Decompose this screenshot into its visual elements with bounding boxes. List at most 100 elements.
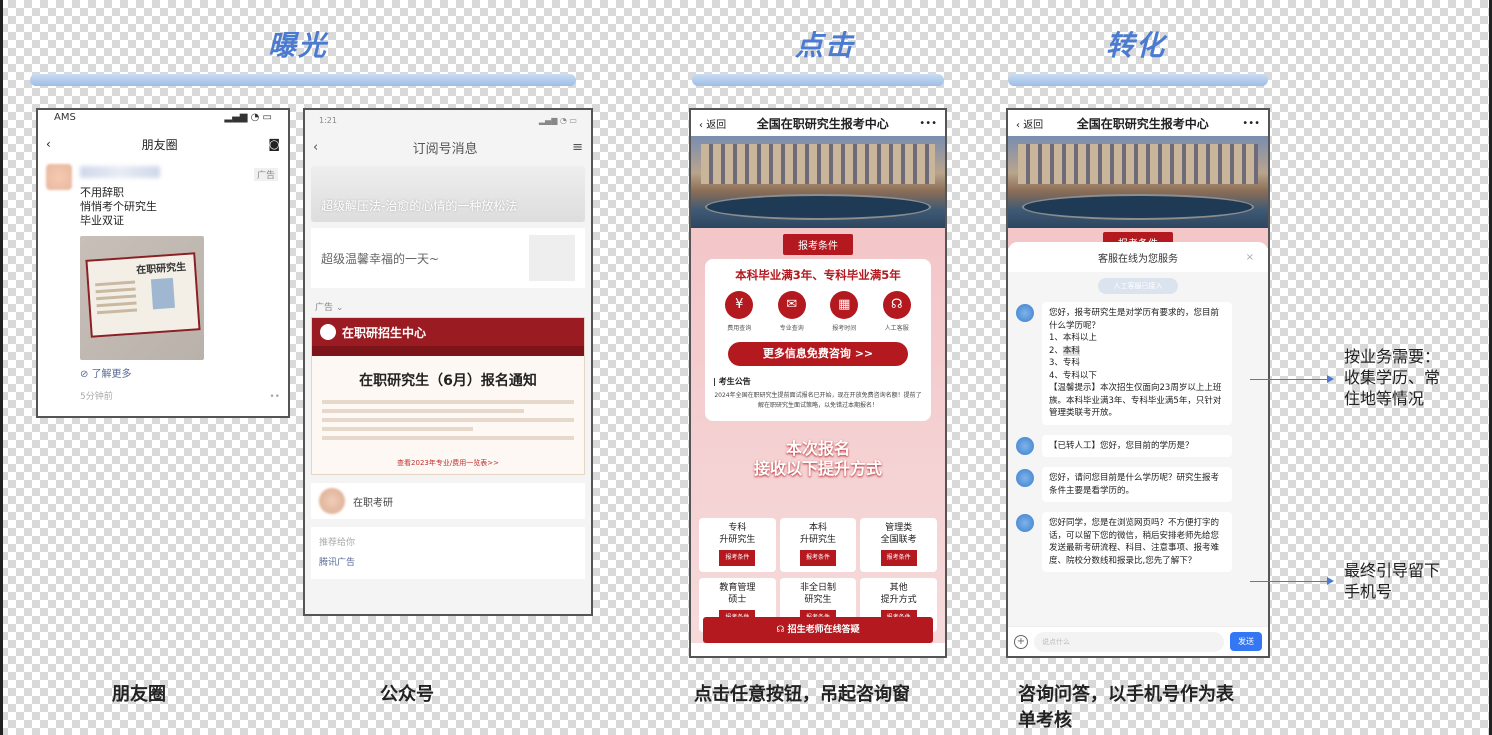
program-requirements-button[interactable]: 报考条件 [719,550,756,566]
article-title: 超级温馨幸福的一天~ [321,251,440,266]
caption-moments: 朋友圈 [112,684,166,705]
exam-time-button[interactable]: ▦ 报考时间 [830,291,859,332]
tencent-ads-link[interactable]: 腾讯广告 [319,553,577,573]
major-icon: ✉ [777,291,806,319]
add-icon[interactable]: + [1014,634,1028,649]
nav-bar: ‹ 朋友圈 ◙ [38,128,288,160]
caption-official: 公众号 [380,684,434,705]
stage-bar-exposure [30,74,576,86]
arrow-collect [1250,375,1334,383]
back-chevron-icon[interactable]: ‹ [46,137,51,151]
page-title: 全国在职研究生报考中心 [756,116,889,131]
campus-hero-image [1008,136,1268,228]
chat-message: 您好，请问您目前是什么学历呢？研究生报考条件主要是看学历的。 [1016,467,1260,502]
free-consult-button[interactable]: 更多信息免费咨询 >> [728,342,908,366]
post-footer: 5分钟前 •• [80,390,280,404]
ad-menu-strip [312,346,584,356]
agent-avatar [1016,304,1034,322]
send-button[interactable]: 发送 [1230,632,1262,651]
agent-avatar [1016,514,1034,532]
program-grid: 专科 升研究生 报考条件 本科 升研究生 报考条件 管理类 全国联考 报考条件 教育管理 硕士… [699,518,937,632]
page-header: ‹ 返回 全国在职研究生报考中心 ••• [1008,110,1268,136]
note-collect-info: 按业务需要： 收集学历、常 住地等情况 [1344,347,1441,408]
recommend-label: 推荐给你 [319,538,356,548]
ad-brand: 在职研招生中心 [342,325,427,340]
carrier-label: AMS [54,112,76,123]
article-card[interactable]: 超级温馨幸福的一天~ [311,228,585,288]
quick-links: ¥ 费用查询 ✉ 专业查询 ▦ 报考时间 ☊ 人工客服 [713,291,923,332]
article-banner[interactable]: 超级解压法-治愈的心情的一种放松法 [311,166,585,222]
landing-body: 报考条件 本科毕业满3年、专科毕业满5年 ¥ 费用查询 ✉ 专业查询 ▦ 报考时间 ☊… [691,228,945,643]
note-phone-number: 最终引导留下 手机号 [1344,561,1441,601]
back-button[interactable]: ‹ 返回 [699,116,726,131]
ad-link[interactable]: 查看2023年专业/费用一览表>> [312,458,584,468]
certificate-image[interactable]: 在职研究生 [80,236,204,360]
phone-moments: AMS ▂▄▆ ◔ ▭ ‹ 朋友圈 ◙ 广告 不用辞职 悄悄考个研究生 毕业双证… [36,108,290,418]
stage-bar-click [692,74,944,86]
more-options-icon[interactable]: •• [269,390,280,404]
phone-landing-page: ‹ 返回 全国在职研究生报考中心 ••• 报考条件 本科毕业满3年、专科毕业满5… [689,108,947,658]
avatar [319,488,345,514]
customer-service-button[interactable]: ☊ 人工客服 [882,291,911,332]
program-card[interactable]: 专科 升研究生 报考条件 [699,518,776,572]
agent-avatar [1016,436,1034,455]
online-teacher-button[interactable]: ☊ 招生老师在线答疑 [703,617,933,643]
more-options-icon[interactable]: ••• [919,118,937,129]
clock: 1:21 [319,116,337,125]
signal-icon: ▂▄▆ ◔ ▭ [224,112,272,123]
agent-connected-badge: 人工客服已接入 [1098,278,1178,294]
account-name: 在职考研 [353,497,393,509]
signal-icon: ▂▄▆ ◔ ▭ [538,116,577,125]
camera-icon[interactable]: ◙ [268,137,280,151]
chat-message: 您好，报考研究生是对学历有要求的，您目前什么学历呢？ 1、本科以上 2、本科 3… [1016,302,1260,425]
requirements-card: 本科毕业满3年、专科毕业满5年 ¥ 费用查询 ✉ 专业查询 ▦ 报考时间 ☊ 人工客服 … [705,259,931,421]
ad-tag[interactable]: 广告 ⌄ [315,300,581,313]
back-chevron-icon[interactable]: ‹ [313,140,318,155]
post-time: 5分钟前 [80,392,113,402]
program-card[interactable]: 管理类 全国联考 报考条件 [860,518,937,572]
back-button[interactable]: ‹ 返回 [1016,116,1043,131]
close-icon[interactable]: × [1246,252,1254,263]
page-header: ‹ 返回 全国在职研究生报考中心 ••• [691,110,945,136]
moment-post: 不用辞职 悄悄考个研究生 毕业双证 在职研究生 ⊘ 了解更多 5分钟前 •• [38,160,288,408]
message-input[interactable]: 说点什么 [1034,631,1224,652]
requirements-tag: 报考条件 [783,234,853,255]
more-options-icon[interactable]: ••• [1242,118,1260,129]
chat-header: 客服在线为您服务 × [1008,242,1268,272]
phone-chat: ‹ 返回 全国在职研究生报考中心 ••• 报考条件 客服在线为您服务 × 人工客… [1006,108,1270,658]
ad-creative[interactable]: 在职研招生中心 在职研究生（6月）报名通知 查看2023年专业/费用一览表>> [311,317,585,475]
promo-headline: 本次报名 接收以下提升方式 [753,439,882,478]
certificate-title: 在职研究生 [135,261,187,277]
notice-title: | 考生公告 [713,377,751,386]
stage-title-exposure: 曝光 [268,29,329,62]
caption-click: 点击任意按钮，吊起咨询窗 [694,684,910,705]
account-row[interactable]: 在职考研 [311,483,585,519]
post-text-line: 毕业双证 [80,214,124,227]
avatar[interactable] [46,164,72,190]
stage-bar-convert [1008,74,1268,86]
program-requirements-button[interactable]: 报考条件 [799,550,836,566]
learn-more-link[interactable]: ⊘ 了解更多 [80,368,280,382]
chat-input-bar: + 说点什么 发送 [1008,626,1268,656]
notice-text: 2024年全国在职研究生提前面试报名已开始，现在开放免费咨询名额！提前了解在职研… [714,392,922,409]
ad-title: 在职研究生（6月）报名通知 [359,373,537,389]
caption-consult: 咨询问答，以手机号作为表 单考核 [1018,684,1234,731]
program-requirements-button[interactable]: 报考条件 [880,550,917,566]
program-card[interactable]: 本科 升研究生 报考条件 [779,518,857,572]
page-title: 全国在职研究生报考中心 [1076,116,1209,131]
status-bar: AMS ▂▄▆ ◔ ▭ [38,110,288,128]
requirements-headline: 本科毕业满3年、专科毕业满5年 [735,268,901,282]
article-thumbnail [529,235,575,281]
blurred-username [80,166,160,178]
fee-query-button[interactable]: ¥ 费用查询 [725,291,754,332]
recommend-section: 推荐给你 腾讯广告 [311,527,585,579]
headset-icon: ☊ [882,291,911,319]
selected-option: 本科 [1062,345,1080,356]
major-query-button[interactable]: ✉ 专业查询 [777,291,806,332]
phone-official-account: 1:21 ▂▄▆ ◔ ▭ ‹ 订阅号消息 ≡ 超级解压法-治愈的心情的一种放松法… [303,108,593,616]
calendar-icon: ▦ [830,291,859,319]
status-bar: 1:21 ▂▄▆ ◔ ▭ [305,110,591,132]
ad-tag[interactable]: 广告 [253,168,278,181]
menu-icon[interactable]: ≡ [572,140,583,155]
nav-bar: ‹ 订阅号消息 ≡ [305,132,591,162]
